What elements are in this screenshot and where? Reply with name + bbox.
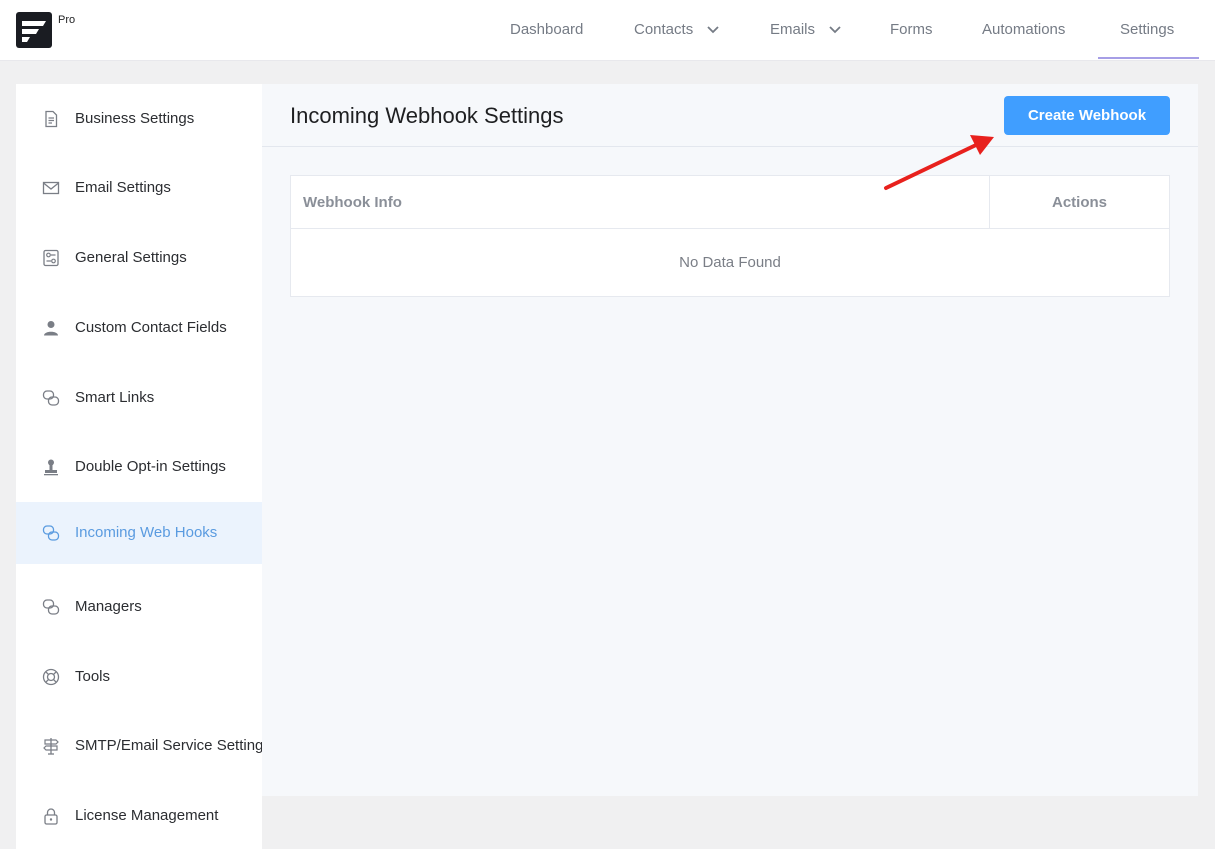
sidebar-item-label: General Settings <box>75 249 187 266</box>
sidebar-item-business-settings[interactable]: Business Settings <box>16 88 262 150</box>
link-icon <box>42 598 60 616</box>
link-icon <box>42 389 60 407</box>
page-title: Incoming Webhook Settings <box>290 103 564 128</box>
chevron-down-icon <box>707 0 720 60</box>
document-icon <box>42 110 60 128</box>
chevron-down-icon <box>829 0 841 60</box>
active-nav-indicator <box>1098 57 1199 59</box>
pro-badge: Pro <box>58 14 76 26</box>
sidebar-item-email-settings[interactable]: Email Settings <box>16 157 262 219</box>
sidebar-item-label: Double Opt-in Settings <box>75 458 226 475</box>
top-navbar: Pro Dashboard Contacts Emails Forms Auto… <box>0 0 1215 61</box>
nav-settings[interactable]: Settings <box>1120 0 1174 60</box>
stamp-icon <box>42 458 60 476</box>
sidebar-item-label: Custom Contact Fields <box>75 319 227 336</box>
column-header-actions[interactable]: Actions <box>990 176 1169 229</box>
lifebuoy-icon <box>42 668 60 686</box>
lock-icon <box>42 807 60 825</box>
nav-label: Contacts <box>634 21 694 38</box>
nav-automations[interactable]: Automations <box>982 0 1065 60</box>
column-header-webhook-info[interactable]: Webhook Info <box>291 176 990 229</box>
sidebar-item-general-settings[interactable]: General Settings <box>16 227 262 289</box>
nav-contacts[interactable]: Contacts <box>634 0 720 60</box>
webhooks-table: Webhook Info Actions No Data Found <box>290 175 1170 297</box>
nav-dashboard[interactable]: Dashboard <box>510 0 583 60</box>
settings-panel-icon <box>42 249 60 267</box>
sidebar-item-label: SMTP/Email Service Settings <box>75 737 271 754</box>
sidebar-item-smtp-email-service-settings[interactable]: SMTP/Email Service Settings <box>16 715 271 777</box>
sidebar-item-double-opt-in-settings[interactable]: Double Opt-in Settings <box>16 436 262 498</box>
link-icon <box>42 524 60 542</box>
settings-sidebar: Business Settings Email Settings General… <box>16 84 271 849</box>
nav-emails[interactable]: Emails <box>770 0 841 60</box>
sidebar-item-label: Tools <box>75 668 111 685</box>
sidebar-item-smart-links[interactable]: Smart Links <box>16 367 262 429</box>
nav-label: Forms <box>890 21 933 38</box>
sidebar-item-label: License Management <box>75 807 219 824</box>
nav-label: Settings <box>1120 21 1175 38</box>
person-icon <box>42 319 60 337</box>
main-panel: Incoming Webhook Settings Create Webhook… <box>262 84 1198 796</box>
sidebar-item-label: Business Settings <box>75 110 195 127</box>
logo-icon <box>22 21 46 42</box>
nav-forms[interactable]: Forms <box>890 0 933 60</box>
sidebar-item-tools[interactable]: Tools <box>16 646 262 708</box>
sidebar-item-incoming-web-hooks[interactable]: Incoming Web Hooks <box>16 502 262 564</box>
signpost-icon <box>42 737 60 755</box>
fluentcrm-logo[interactable] <box>16 12 52 48</box>
sidebar-item-label: Smart Links <box>75 389 155 406</box>
sidebar-item-label: Managers <box>75 598 142 615</box>
sidebar-item-managers[interactable]: Managers <box>16 576 262 638</box>
empty-state-text: No Data Found <box>679 254 781 271</box>
nav-label: Dashboard <box>510 21 584 38</box>
panel-header: Incoming Webhook Settings Create Webhook <box>262 84 1198 147</box>
sidebar-item-custom-contact-fields[interactable]: Custom Contact Fields <box>16 297 262 359</box>
sidebar-item-label: Incoming Web Hooks <box>75 524 218 541</box>
create-webhook-button[interactable]: Create Webhook <box>1004 96 1170 135</box>
sidebar-item-license-management[interactable]: License Management <box>16 785 262 847</box>
envelope-icon <box>42 179 60 197</box>
nav-label: Automations <box>982 21 1066 38</box>
sidebar-item-label: Email Settings <box>75 179 171 196</box>
nav-label: Emails <box>770 21 816 38</box>
